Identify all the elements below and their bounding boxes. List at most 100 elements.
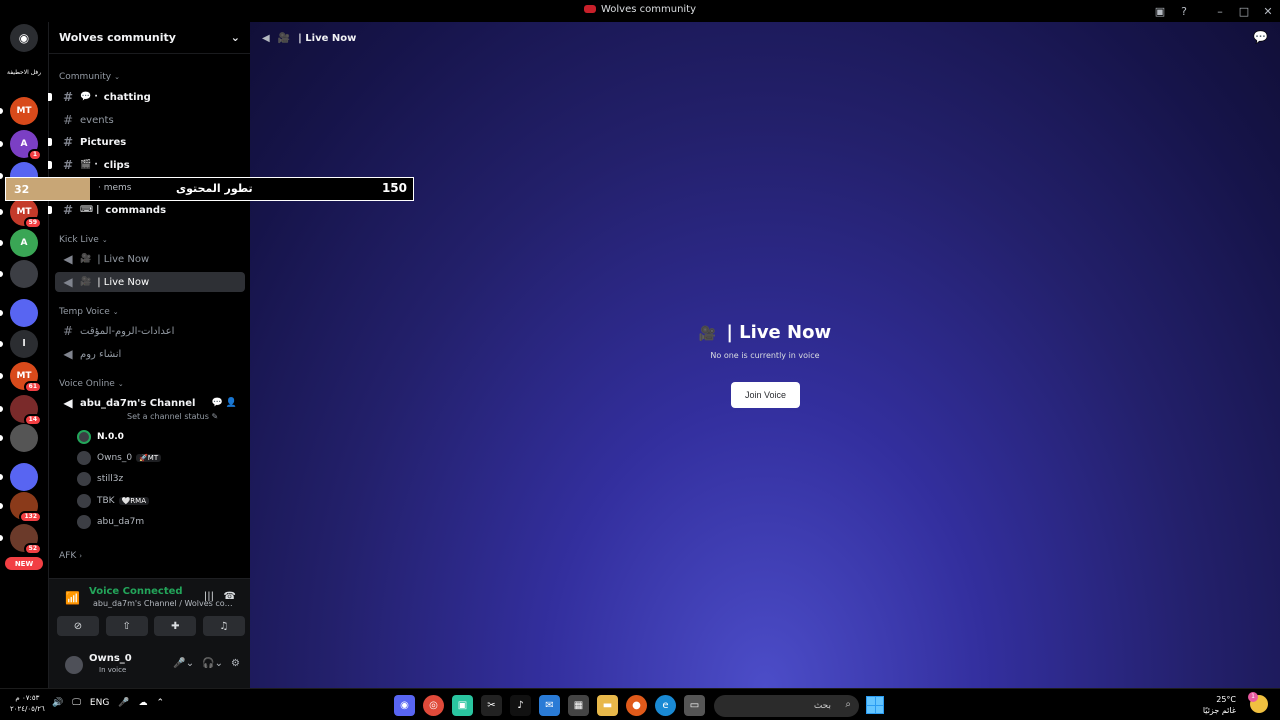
camera-icon: 🎥: [277, 32, 291, 44]
microphone-icon[interactable]: 🎤⌄: [173, 658, 194, 669]
server-icon[interactable]: MT 59: [10, 198, 42, 229]
channel-status-prompt[interactable]: Set a channel status ✎: [127, 412, 218, 421]
windows-start-icon[interactable]: [866, 696, 884, 714]
channel-pictures[interactable]: # Pictures: [48, 132, 245, 152]
server-icon[interactable]: A1: [10, 130, 42, 161]
soundboard-button[interactable]: ♫: [202, 616, 245, 636]
channel-commands[interactable]: # ⌨ | commands: [48, 200, 245, 220]
noise-suppression-icon[interactable]: |||: [204, 591, 214, 602]
volume-icon[interactable]: 🔊: [52, 698, 63, 708]
camera-off-button[interactable]: ⊘: [57, 616, 99, 636]
edge-icon[interactable]: e: [655, 695, 676, 716]
category-temp-voice[interactable]: Temp Voice ⌄: [59, 307, 119, 317]
screen-share-button[interactable]: ⇧: [105, 616, 148, 636]
chevron-up-icon[interactable]: ⌃: [157, 698, 165, 708]
folder-icon[interactable]: ▬: [597, 695, 618, 716]
activities-button[interactable]: ✚: [154, 616, 197, 636]
chat-icon[interactable]: 💬: [1253, 30, 1268, 44]
taskbar-search[interactable]: بحث ⌕: [714, 695, 859, 717]
chrome-icon[interactable]: ◎: [423, 695, 444, 716]
display-icon[interactable]: 🖵: [72, 698, 81, 708]
unread-indicator: [0, 373, 3, 379]
avatar: [77, 515, 91, 529]
avatar: [77, 430, 91, 444]
discord-home-button[interactable]: ◉: [10, 24, 38, 52]
mention-badge: 132: [19, 511, 42, 523]
channel-voice-abu[interactable]: ◀ abu_da7m's Channel 💬 👤: [55, 393, 245, 413]
unread-indicator: [0, 474, 3, 480]
channel-chatting[interactable]: # 💬 · chatting: [48, 87, 245, 107]
window-title-text: Wolves community: [600, 4, 697, 15]
server-icon[interactable]: A: [10, 229, 38, 257]
voice-user-name: N.0.0: [97, 432, 124, 442]
channel-events[interactable]: # events: [55, 110, 245, 130]
new-badge[interactable]: NEW: [5, 557, 43, 570]
avatar: [77, 472, 91, 486]
channel-create-room[interactable]: ◀ انشاء روم: [55, 344, 245, 364]
store-icon[interactable]: ▦: [568, 695, 589, 716]
server-icon[interactable]: MT 61: [10, 362, 42, 393]
close-button[interactable]: ✕: [1256, 0, 1280, 22]
capcut-icon[interactable]: ✂: [481, 695, 502, 716]
server-icon[interactable]: [10, 463, 38, 491]
tiktok-icon[interactable]: ♪: [510, 695, 531, 716]
chat-icon[interactable]: 💬: [212, 398, 223, 408]
voice-connected-status[interactable]: Voice Connected: [89, 586, 183, 597]
clock[interactable]: ٠٧:٥٣ م ٢٠٢٤/٠٥/٢٦: [10, 693, 45, 715]
speaker-icon: ◀: [63, 396, 73, 410]
unread-indicator: [0, 503, 3, 509]
mail-icon[interactable]: ✉: [539, 695, 560, 716]
join-voice-button[interactable]: Join Voice: [731, 382, 800, 408]
app-logo-icon: [583, 5, 596, 13]
server-icon[interactable]: 14: [10, 395, 42, 426]
cloud-icon[interactable]: ☁: [139, 698, 148, 708]
server-icon[interactable]: [10, 299, 38, 327]
rail-server-label: رفل الاحطيفة: [7, 69, 41, 76]
weather-widget[interactable]: 25°C غائم جزئيًا: [1203, 694, 1236, 716]
category-community[interactable]: Community ⌄: [59, 72, 120, 82]
server-icon[interactable]: MT: [10, 97, 38, 125]
server-header[interactable]: Wolves community ⌄: [49, 22, 250, 54]
voice-user[interactable]: TBK 🤍RMA: [77, 492, 149, 510]
mic-icon[interactable]: 🎤: [118, 698, 129, 708]
add-user-icon[interactable]: 👤: [226, 398, 237, 408]
channel-live-now-1[interactable]: ◀ 🎥 | Live Now: [55, 249, 245, 269]
category-voice-online[interactable]: Voice Online ⌄: [59, 379, 124, 389]
username[interactable]: Owns_0: [89, 653, 132, 664]
window-icon[interactable]: ▭: [684, 695, 705, 716]
server-icon[interactable]: [10, 424, 38, 452]
browser-icon[interactable]: ●: [626, 695, 647, 716]
channel-title: 🎥 | Live Now: [698, 322, 832, 343]
category-kick-live[interactable]: Kick Live ⌄: [59, 235, 108, 245]
search-icon: ⌕: [845, 699, 851, 710]
user-status: In voice: [99, 666, 127, 674]
server-icon[interactable]: l: [10, 330, 38, 358]
server-icon[interactable]: 132: [10, 492, 42, 523]
maximize-button[interactable]: □: [1232, 0, 1256, 22]
hash-icon: #: [62, 90, 74, 104]
discord-taskbar-icon[interactable]: ◉: [394, 695, 415, 716]
minimize-button[interactable]: –: [1208, 0, 1232, 22]
headphones-icon[interactable]: 🎧⌄: [202, 658, 223, 669]
help-icon[interactable]: ?: [1172, 0, 1196, 22]
user-tag: 🚀MT: [136, 454, 162, 462]
channel-temp-settings[interactable]: # اعدادات-الروم-المؤقت: [55, 321, 245, 341]
voice-user[interactable]: still3z: [77, 470, 123, 488]
speaker-icon: ◀: [63, 347, 73, 361]
app-icon[interactable]: ▣: [452, 695, 473, 716]
channel-live-now-2[interactable]: ◀ 🎥 | Live Now: [55, 272, 245, 292]
disconnect-icon[interactable]: ☎: [224, 591, 236, 602]
signal-icon[interactable]: 📶: [65, 591, 80, 605]
server-icon[interactable]: [10, 260, 38, 288]
voice-user[interactable]: abu_da7m: [77, 513, 144, 531]
channel-clips[interactable]: # 🎬 · clips: [48, 155, 245, 175]
screen-share-icon[interactable]: ▣: [1148, 0, 1172, 22]
language-indicator[interactable]: ENG: [90, 698, 109, 708]
avatar[interactable]: [65, 656, 83, 674]
voice-user[interactable]: Owns_0 🚀MT: [77, 449, 162, 467]
category-afk[interactable]: AFK ›: [59, 551, 82, 561]
unread-indicator: [0, 141, 3, 147]
voice-user[interactable]: N.0.0: [77, 428, 124, 446]
gear-icon[interactable]: ⚙: [231, 658, 240, 669]
server-icon[interactable]: 52: [10, 524, 42, 555]
